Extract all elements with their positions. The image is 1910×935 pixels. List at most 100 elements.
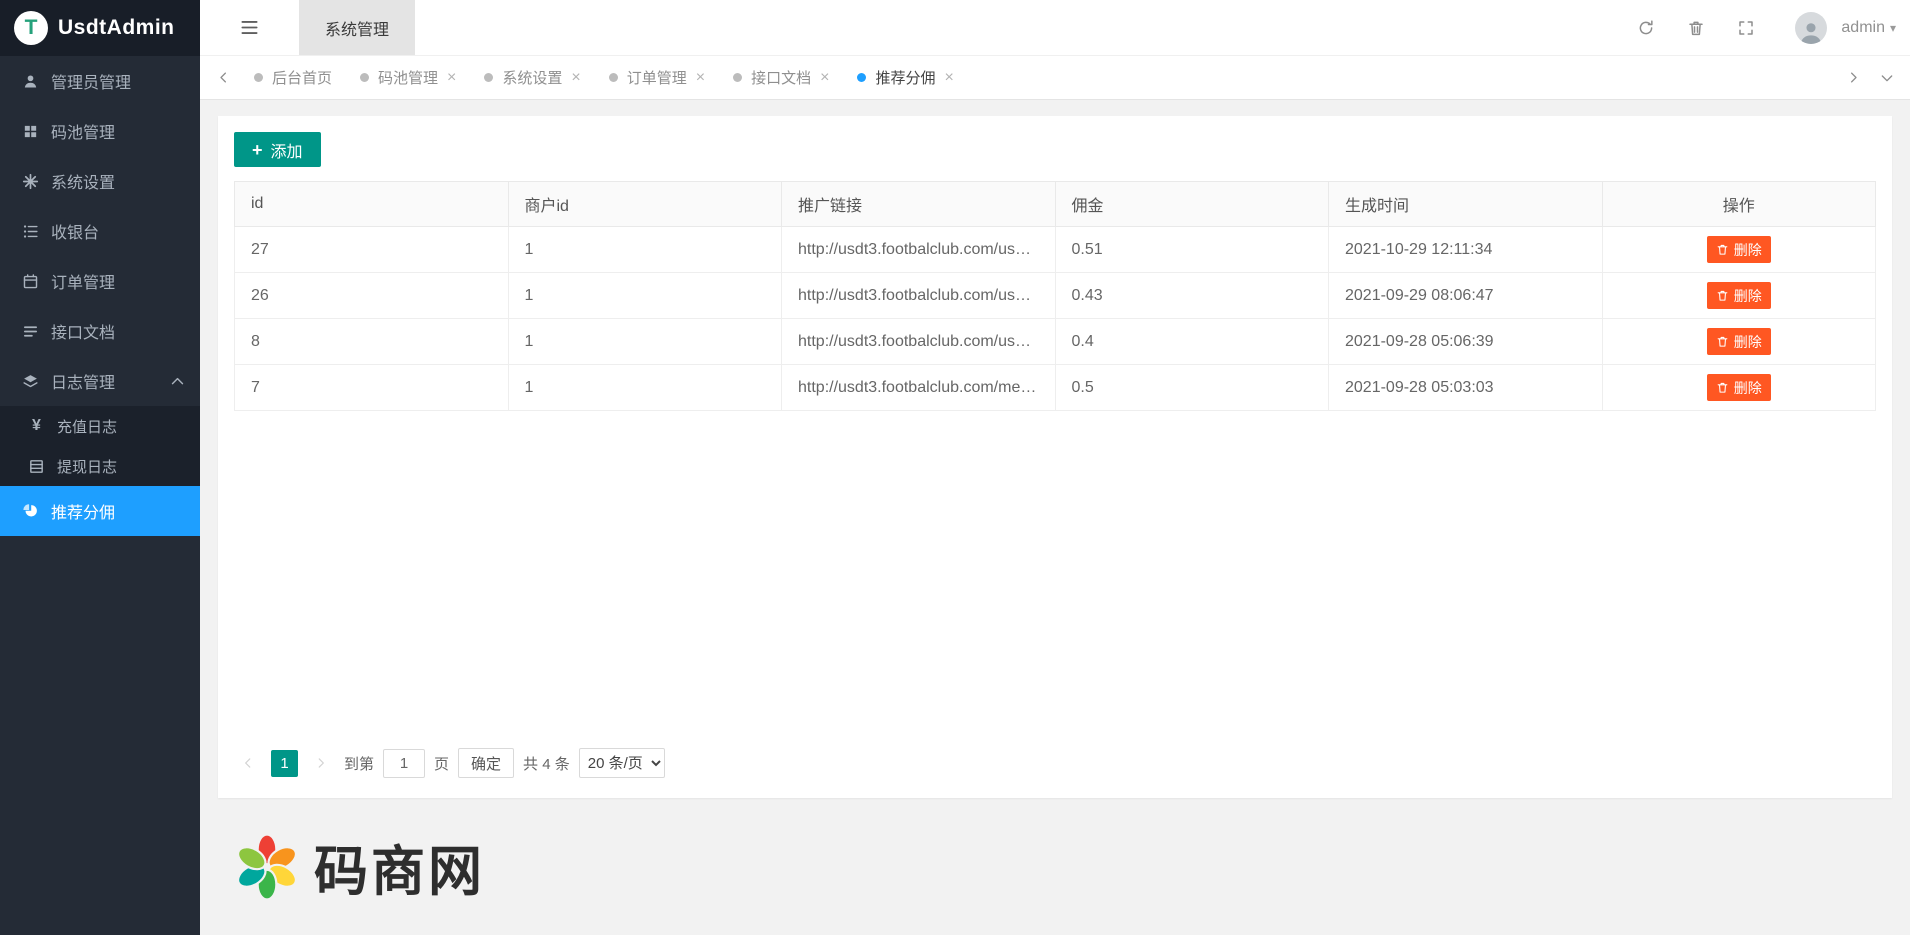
document-lines-icon <box>22 323 39 340</box>
pagination-confirm-button[interactable]: 确定 <box>458 748 514 778</box>
menu-fold-button[interactable] <box>240 18 259 37</box>
table-row: 8 1 http://usdt3.footbalclub.com/usdtmer… <box>235 319 1876 365</box>
sidebar-item-label: 收银台 <box>51 219 99 243</box>
cell-merchant-id: 1 <box>508 319 782 365</box>
cell-actions: 删除 <box>1602 319 1876 365</box>
add-button-label: 添加 <box>271 138 303 162</box>
tab-dot-icon <box>857 73 866 82</box>
pie-chart-icon <box>22 503 39 520</box>
tabs-scroll-right-button[interactable] <box>1836 70 1870 85</box>
chevron-right-icon <box>1846 70 1861 85</box>
cell-merchant-id: 1 <box>508 273 782 319</box>
sidebar-item-label: 充值日志 <box>57 416 117 437</box>
sidebar-item-order-management[interactable]: 订单管理 <box>0 256 200 306</box>
sidebar-menu: 管理员管理 码池管理 系统设置 收银台 订单管理 接口文档 <box>0 56 200 935</box>
avatar[interactable] <box>1795 12 1827 44</box>
tab-dot-icon <box>484 73 493 82</box>
cell-actions: 删除 <box>1602 365 1876 411</box>
sidebar: T UsdtAdmin 管理员管理 码池管理 系统设置 收银台 <box>0 0 200 935</box>
sidebar-item-cashier[interactable]: 收银台 <box>0 206 200 256</box>
add-button[interactable]: + 添加 <box>234 132 321 167</box>
grid-icon <box>22 123 39 140</box>
table-row: 7 1 http://usdt3.footbalclub.com/merchan… <box>235 365 1876 411</box>
app-logo: T UsdtAdmin <box>0 0 200 56</box>
cell-link: http://usdt3.footbalclub.com/merchan... <box>782 365 1056 411</box>
delete-button[interactable]: 删除 <box>1707 374 1771 401</box>
cell-commission: 0.4 <box>1055 319 1329 365</box>
layers-icon <box>22 373 39 390</box>
tab-referral-commission[interactable]: 推荐分佣 × <box>843 56 967 99</box>
fullscreen-icon <box>1737 19 1755 37</box>
page-size-select[interactable]: 20 条/页 <box>579 748 665 778</box>
username-label: admin <box>1841 19 1885 37</box>
tab-close-icon[interactable]: × <box>571 70 580 86</box>
delete-button-label: 删除 <box>1734 332 1762 352</box>
clear-cache-button[interactable] <box>1687 19 1705 37</box>
tab-dot-icon <box>733 73 742 82</box>
pagination-current-page[interactable]: 1 <box>271 750 298 777</box>
tabs-more-button[interactable] <box>1870 70 1904 86</box>
chevron-right-icon <box>314 756 328 770</box>
tab-home[interactable]: 后台首页 <box>240 56 346 99</box>
sidebar-item-recharge-log[interactable]: ¥ 充值日志 <box>0 406 200 446</box>
refresh-icon <box>1637 19 1655 37</box>
sidebar-item-admin-management[interactable]: 管理员管理 <box>0 56 200 106</box>
sidebar-item-system-settings[interactable]: 系统设置 <box>0 156 200 206</box>
pagination: 1 到第 页 确定 共 4 条 20 条/页 <box>234 748 1876 782</box>
table-row: 27 1 http://usdt3.footbalclub.com/usdtme… <box>235 227 1876 273</box>
cell-link: http://usdt3.footbalclub.com/usdtmer... <box>782 319 1056 365</box>
delete-button-label: 删除 <box>1734 378 1762 398</box>
sidebar-item-api-docs[interactable]: 接口文档 <box>0 306 200 356</box>
pagination-prev-button[interactable] <box>234 749 262 777</box>
yen-icon: ¥ <box>28 417 45 435</box>
tab-system-settings[interactable]: 系统设置 × <box>470 56 594 99</box>
sidebar-item-label: 日志管理 <box>51 369 115 393</box>
tabbar-right-controls <box>1836 70 1904 86</box>
user-menu[interactable]: admin ▾ <box>1841 19 1896 37</box>
cell-actions: 删除 <box>1602 273 1876 319</box>
column-header-created-at: 生成时间 <box>1329 182 1603 227</box>
sidebar-item-referral-commission[interactable]: 推荐分佣 <box>0 486 200 536</box>
tab-api-docs[interactable]: 接口文档 × <box>719 56 843 99</box>
pagination-next-button[interactable] <box>307 749 335 777</box>
tab-close-icon[interactable]: × <box>696 70 705 86</box>
delete-button-label: 删除 <box>1734 286 1762 306</box>
sidebar-item-withdraw-log[interactable]: 提现日志 <box>0 446 200 486</box>
brand-flower-icon <box>234 834 300 900</box>
referral-commission-panel: + 添加 id 商户id 推广链接 佣金 生成时间 操作 <box>218 116 1892 798</box>
refresh-button[interactable] <box>1637 19 1655 37</box>
calendar-icon <box>22 273 39 290</box>
sidebar-item-log-management[interactable]: 日志管理 <box>0 356 200 406</box>
tab-label: 后台首页 <box>272 67 332 88</box>
chevron-down-icon <box>1879 70 1895 86</box>
goto-page-unit: 页 <box>434 753 449 774</box>
pagination-total: 共 4 条 <box>523 753 570 774</box>
cell-id: 8 <box>235 319 509 365</box>
delete-button[interactable]: 删除 <box>1707 282 1771 309</box>
table-list-icon <box>28 458 45 475</box>
log-management-submenu: ¥ 充值日志 提现日志 <box>0 406 200 486</box>
tab-order-management[interactable]: 订单管理 × <box>595 56 719 99</box>
header-tab-label: 系统管理 <box>325 16 389 40</box>
footer-brand: 码商网 <box>218 798 1892 935</box>
cell-actions: 删除 <box>1602 227 1876 273</box>
app-window: T UsdtAdmin 管理员管理 码池管理 系统设置 收银台 <box>0 0 1910 935</box>
delete-button[interactable]: 删除 <box>1707 328 1771 355</box>
tab-close-icon[interactable]: × <box>944 70 953 86</box>
header-tab-system-management[interactable]: 系统管理 <box>299 0 415 55</box>
tab-close-icon[interactable]: × <box>447 70 456 86</box>
tabs-scroll-left-button[interactable] <box>206 56 240 99</box>
brand-name: 码商网 <box>314 827 485 906</box>
chevron-up-icon <box>169 373 186 390</box>
fullscreen-button[interactable] <box>1737 19 1755 37</box>
tab-close-icon[interactable]: × <box>820 70 829 86</box>
sidebar-item-label: 提现日志 <box>57 456 117 477</box>
sidebar-item-label: 系统设置 <box>51 169 115 193</box>
tab-pool-management[interactable]: 码池管理 × <box>346 56 470 99</box>
cell-created-at: 2021-09-28 05:06:39 <box>1329 319 1603 365</box>
cell-merchant-id: 1 <box>508 365 782 411</box>
goto-page-label: 到第 <box>344 753 374 774</box>
sidebar-item-pool-management[interactable]: 码池管理 <box>0 106 200 156</box>
delete-button[interactable]: 删除 <box>1707 236 1771 263</box>
goto-page-input[interactable] <box>383 749 425 778</box>
